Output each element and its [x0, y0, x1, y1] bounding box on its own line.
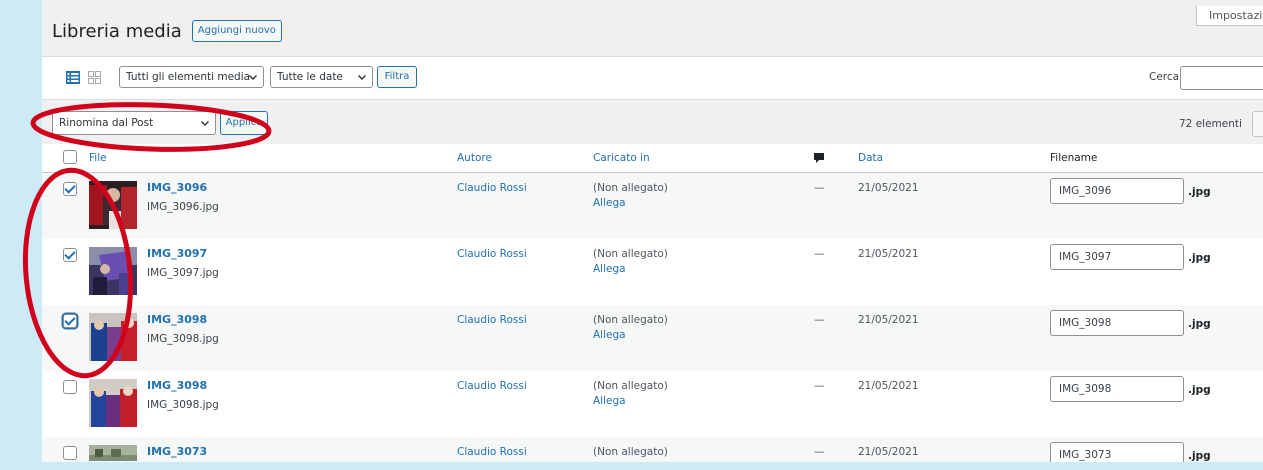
bulk-action-value: Rinomina dal Post — [59, 117, 154, 129]
attach-link[interactable]: Allega — [593, 263, 788, 275]
select-all-checkbox[interactable] — [63, 149, 77, 164]
file-extension: .jpg — [1188, 450, 1211, 462]
search-label: Cerca — [1149, 71, 1180, 83]
author-link[interactable]: Claudio Rossi — [457, 182, 527, 194]
file-extension: .jpg — [1188, 384, 1211, 396]
media-type-value: Tutti gli elementi media — [126, 71, 251, 83]
file-extension: .jpg — [1188, 252, 1211, 264]
uploaded-to-status: (Non allegato) — [593, 380, 668, 392]
file-extension: .jpg — [1188, 318, 1211, 330]
filter-bar: Tutti gli elementi media Tutte le date F… — [42, 56, 1263, 100]
bulk-action-select[interactable]: Rinomina dal Post — [52, 111, 216, 135]
date-filter-value: Tutte le date — [277, 71, 343, 83]
media-library-screen: Impostazioni Libreria media Aggiungi nuo… — [42, 0, 1263, 462]
media-file-name: IMG_3098.jpg — [147, 333, 219, 345]
media-file-name: IMG_3098.jpg — [147, 399, 219, 411]
comment-count: — — [814, 314, 825, 326]
screen-options-button[interactable]: Impostazioni — [1196, 6, 1263, 26]
attach-link[interactable]: Allega — [593, 395, 788, 407]
list-view-icon[interactable] — [66, 71, 80, 84]
comment-count: — — [814, 446, 825, 458]
row-checkbox[interactable] — [63, 182, 77, 196]
apply-button[interactable]: Applica — [220, 111, 268, 135]
column-comments[interactable] — [788, 144, 858, 173]
uploaded-to-status: (Non allegato) — [593, 182, 668, 194]
upload-date: 21/05/2021 — [858, 314, 919, 326]
table-header-row: File Autore Caricato in Data Filename — [42, 144, 1263, 173]
column-filename: Filename — [1050, 144, 1263, 173]
upload-date: 21/05/2021 — [858, 446, 919, 458]
media-type-select[interactable]: Tutti gli elementi media — [119, 66, 264, 88]
row-checkbox[interactable] — [63, 380, 77, 394]
uploaded-to-status: (Non allegato) — [593, 248, 668, 260]
upload-date: 21/05/2021 — [858, 182, 919, 194]
uploaded-to-status: (Non allegato) — [593, 446, 668, 458]
chevron-down-icon — [201, 121, 209, 126]
media-thumbnail[interactable] — [89, 247, 137, 295]
row-checkbox[interactable] — [63, 446, 77, 460]
filter-button[interactable]: Filtra — [377, 66, 417, 88]
comment-bubble-icon — [814, 153, 824, 163]
media-title-link[interactable]: IMG_3098 — [147, 379, 207, 392]
table-row: IMG_3096 IMG_3096.jpg Claudio Rossi (Non… — [42, 172, 1263, 239]
upload-date: 21/05/2021 — [858, 248, 919, 260]
grid-view-icon[interactable] — [88, 71, 101, 84]
table-row: IMG_3098 IMG_3098.jpg Claudio Rossi (Non… — [42, 371, 1263, 437]
attach-link[interactable]: Allega — [593, 329, 788, 341]
media-title-link[interactable]: IMG_3096 — [147, 181, 207, 194]
comment-count: — — [814, 182, 825, 194]
filename-input[interactable]: IMG_3098 — [1050, 310, 1184, 336]
title-row: Libreria media Aggiungi nuovo — [52, 20, 282, 42]
media-thumbnail[interactable] — [89, 379, 137, 427]
row-checkbox[interactable] — [63, 314, 77, 328]
chevron-down-icon — [249, 75, 257, 80]
attach-link[interactable]: Allega — [593, 197, 788, 209]
media-file-name: IMG_3096.jpg — [147, 201, 219, 213]
select-all-cell — [42, 144, 89, 173]
media-table: File Autore Caricato in Data Filename IM… — [42, 144, 1263, 462]
media-file-name: IMG_3097.jpg — [147, 267, 219, 279]
search-input[interactable] — [1180, 66, 1263, 90]
comment-count: — — [814, 248, 825, 260]
filename-input[interactable]: IMG_3097 — [1050, 244, 1184, 270]
file-extension: .jpg — [1188, 186, 1211, 198]
table-row: IMG_3098 IMG_3098.jpg Claudio Rossi (Non… — [42, 305, 1263, 371]
media-thumbnail[interactable] — [89, 181, 137, 229]
page-title: Libreria media — [52, 20, 182, 42]
upload-date: 21/05/2021 — [858, 380, 919, 392]
prev-page-button[interactable] — [1252, 111, 1263, 137]
media-thumbnail[interactable] — [89, 445, 137, 461]
media-thumbnail[interactable] — [89, 313, 137, 361]
media-title-link[interactable]: IMG_3073 — [147, 445, 207, 458]
comment-count: — — [814, 380, 825, 392]
column-uploaded-to[interactable]: Caricato in — [593, 144, 788, 173]
date-filter-select[interactable]: Tutte le date — [270, 66, 373, 88]
column-file[interactable]: File — [89, 144, 457, 173]
author-link[interactable]: Claudio Rossi — [457, 380, 527, 392]
filename-input[interactable]: IMG_3096 — [1050, 178, 1184, 204]
table-row: IMG_3073 Claudio Rossi (Non allegato) — … — [42, 437, 1263, 462]
author-link[interactable]: Claudio Rossi — [457, 314, 527, 326]
column-author[interactable]: Autore — [457, 144, 593, 173]
column-date[interactable]: Data — [858, 144, 1050, 173]
row-checkbox[interactable] — [63, 248, 77, 262]
author-link[interactable]: Claudio Rossi — [457, 446, 527, 458]
author-link[interactable]: Claudio Rossi — [457, 248, 527, 260]
media-title-link[interactable]: IMG_3097 — [147, 247, 207, 260]
filename-input[interactable]: IMG_3098 — [1050, 376, 1184, 402]
media-title-link[interactable]: IMG_3098 — [147, 313, 207, 326]
chevron-down-icon — [358, 75, 366, 80]
filename-input[interactable]: IMG_3073 — [1050, 442, 1184, 462]
item-count: 72 elementi — [1179, 118, 1242, 130]
table-row: IMG_3097 IMG_3097.jpg Claudio Rossi (Non… — [42, 239, 1263, 305]
add-new-button[interactable]: Aggiungi nuovo — [191, 20, 282, 42]
uploaded-to-status: (Non allegato) — [593, 314, 668, 326]
